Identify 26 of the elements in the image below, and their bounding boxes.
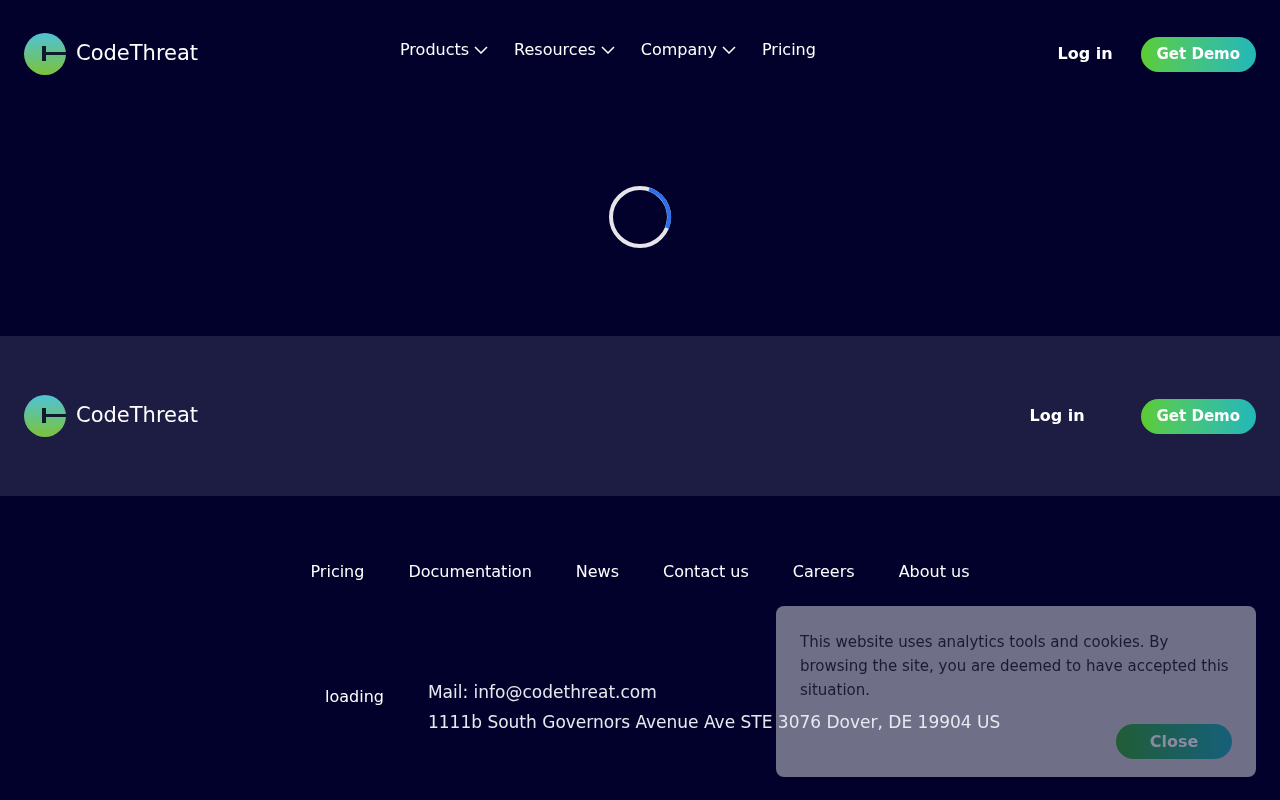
- footer-link[interactable]: About us: [898, 560, 970, 584]
- chevron-down-icon: [474, 46, 489, 54]
- nav-dropdown[interactable]: Products: [400, 38, 489, 62]
- nav-dropdown[interactable]: Company: [640, 38, 736, 62]
- brand-name: CodeThreat: [76, 402, 199, 430]
- loading-text: loading: [325, 686, 384, 708]
- footer-link[interactable]: Contact us: [663, 560, 749, 584]
- brand-logo[interactable]: CodeThreat: [24, 33, 199, 75]
- chevron-down-icon: [721, 46, 736, 54]
- footer-link[interactable]: Documentation: [408, 560, 532, 584]
- chevron-down-icon: [600, 46, 615, 54]
- nav-dropdown[interactable]: Resources: [514, 38, 615, 62]
- nav-link[interactable]: Pricing: [761, 38, 816, 62]
- login-link[interactable]: Log in: [1057, 42, 1113, 66]
- loading-spinner-icon: [607, 184, 673, 250]
- footer-link[interactable]: Careers: [792, 560, 855, 584]
- footer-link[interactable]: News: [575, 560, 619, 584]
- address-text: 1111b South Governors Avenue Ave STE 3076 Dover, DE 19904 US: [427, 710, 1001, 734]
- brand-name: CodeThreat: [76, 40, 199, 68]
- logo-icon: [24, 395, 66, 437]
- footer-link[interactable]: Pricing: [310, 560, 365, 584]
- mail-link[interactable]: Mail: info@codethreat.com: [427, 680, 657, 706]
- logo-icon: [24, 33, 66, 75]
- brand-logo[interactable]: CodeThreat: [24, 395, 199, 437]
- login-link[interactable]: Log in: [1029, 404, 1085, 428]
- cookie-message: This website uses analytics tools and cookies. By browsing the site, you are deemed to have accepted this situation.: [800, 632, 1230, 701]
